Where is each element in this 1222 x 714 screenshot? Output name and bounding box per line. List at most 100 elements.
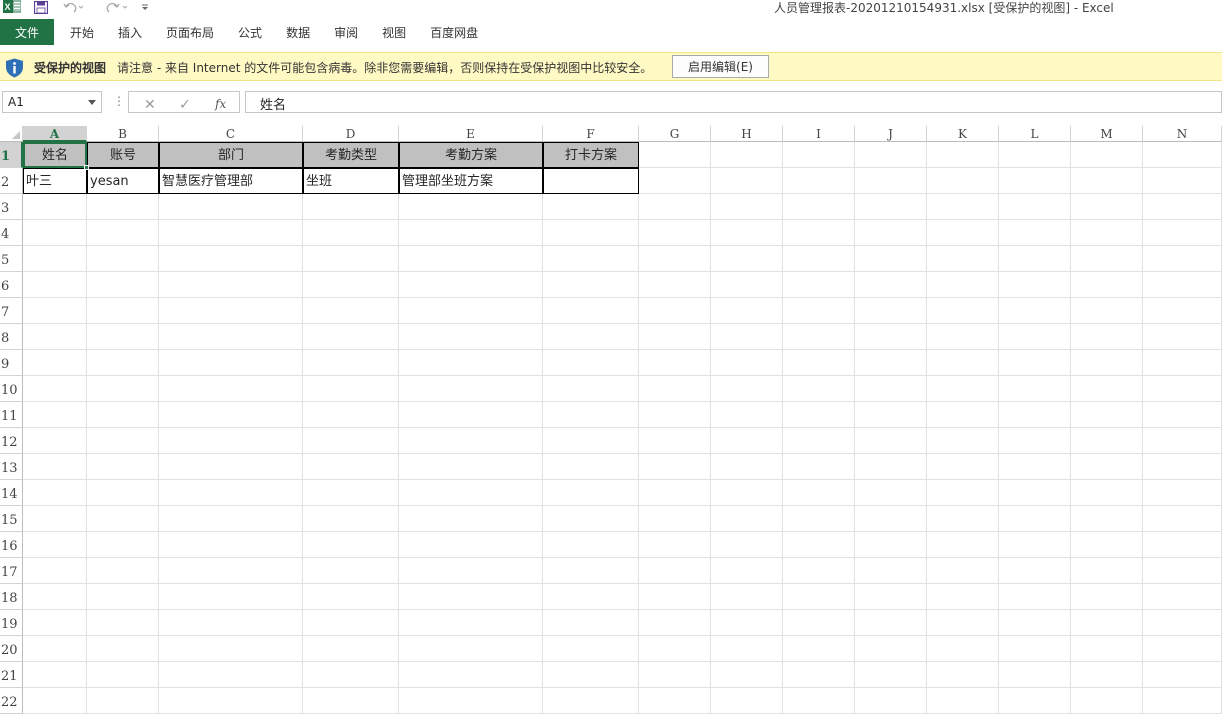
cell-d4[interactable] bbox=[303, 220, 399, 246]
cell-e9[interactable] bbox=[399, 350, 543, 376]
cell-d10[interactable] bbox=[303, 376, 399, 402]
cell-f11[interactable] bbox=[543, 402, 639, 428]
column-header-m[interactable]: M bbox=[1071, 126, 1143, 142]
cell-j8[interactable] bbox=[855, 324, 927, 350]
row-header-7[interactable]: 7 bbox=[0, 298, 23, 324]
cell-h21[interactable] bbox=[711, 662, 783, 688]
data-cell-c2[interactable]: 智慧医疗管理部 bbox=[159, 168, 303, 194]
cell-a17[interactable] bbox=[23, 558, 87, 584]
cell-d5[interactable] bbox=[303, 246, 399, 272]
cell-f19[interactable] bbox=[543, 610, 639, 636]
cell-g11[interactable] bbox=[639, 402, 711, 428]
cell-a3[interactable] bbox=[23, 194, 87, 220]
redo-button[interactable] bbox=[103, 0, 129, 14]
cell-f13[interactable] bbox=[543, 454, 639, 480]
cell-h6[interactable] bbox=[711, 272, 783, 298]
cell-b4[interactable] bbox=[87, 220, 159, 246]
cell-g7[interactable] bbox=[639, 298, 711, 324]
cell-i16[interactable] bbox=[783, 532, 855, 558]
cell-k1[interactable] bbox=[927, 142, 999, 168]
cell-c8[interactable] bbox=[159, 324, 303, 350]
cell-h3[interactable] bbox=[711, 194, 783, 220]
cell-d9[interactable] bbox=[303, 350, 399, 376]
row-header-17[interactable]: 17 bbox=[0, 558, 23, 584]
cell-i4[interactable] bbox=[783, 220, 855, 246]
cell-b16[interactable] bbox=[87, 532, 159, 558]
customize-qat-button[interactable] bbox=[141, 0, 149, 14]
cell-g9[interactable] bbox=[639, 350, 711, 376]
cell-i15[interactable] bbox=[783, 506, 855, 532]
cell-k8[interactable] bbox=[927, 324, 999, 350]
cell-g20[interactable] bbox=[639, 636, 711, 662]
cell-f12[interactable] bbox=[543, 428, 639, 454]
cell-h19[interactable] bbox=[711, 610, 783, 636]
cell-j5[interactable] bbox=[855, 246, 927, 272]
cell-h13[interactable] bbox=[711, 454, 783, 480]
cell-b10[interactable] bbox=[87, 376, 159, 402]
fill-handle[interactable] bbox=[84, 165, 89, 170]
cell-j1[interactable] bbox=[855, 142, 927, 168]
cell-n20[interactable] bbox=[1143, 636, 1222, 662]
cell-m14[interactable] bbox=[1071, 480, 1143, 506]
cell-c3[interactable] bbox=[159, 194, 303, 220]
insert-function-icon[interactable]: fx bbox=[215, 97, 226, 111]
cell-a8[interactable] bbox=[23, 324, 87, 350]
cell-n18[interactable] bbox=[1143, 584, 1222, 610]
cell-j17[interactable] bbox=[855, 558, 927, 584]
cell-d3[interactable] bbox=[303, 194, 399, 220]
cell-j4[interactable] bbox=[855, 220, 927, 246]
cell-k3[interactable] bbox=[927, 194, 999, 220]
cell-j12[interactable] bbox=[855, 428, 927, 454]
cell-m12[interactable] bbox=[1071, 428, 1143, 454]
cell-f18[interactable] bbox=[543, 584, 639, 610]
cell-f4[interactable] bbox=[543, 220, 639, 246]
cell-i13[interactable] bbox=[783, 454, 855, 480]
save-button[interactable] bbox=[34, 0, 48, 14]
cell-b6[interactable] bbox=[87, 272, 159, 298]
cell-d21[interactable] bbox=[303, 662, 399, 688]
cell-b12[interactable] bbox=[87, 428, 159, 454]
row-header-8[interactable]: 8 bbox=[0, 324, 23, 350]
more-options-icon[interactable]: ⋮ bbox=[113, 94, 125, 108]
cell-m8[interactable] bbox=[1071, 324, 1143, 350]
row-header-22[interactable]: 22 bbox=[0, 688, 23, 714]
name-box[interactable]: A1 bbox=[2, 91, 102, 113]
cell-n7[interactable] bbox=[1143, 298, 1222, 324]
formula-input[interactable]: 姓名 bbox=[245, 91, 1222, 113]
cell-a9[interactable] bbox=[23, 350, 87, 376]
cell-b13[interactable] bbox=[87, 454, 159, 480]
cell-e18[interactable] bbox=[399, 584, 543, 610]
column-header-l[interactable]: L bbox=[999, 126, 1071, 142]
cell-c21[interactable] bbox=[159, 662, 303, 688]
cell-e4[interactable] bbox=[399, 220, 543, 246]
column-header-g[interactable]: G bbox=[639, 126, 711, 142]
cell-e22[interactable] bbox=[399, 688, 543, 714]
cell-c14[interactable] bbox=[159, 480, 303, 506]
cell-h11[interactable] bbox=[711, 402, 783, 428]
cell-f16[interactable] bbox=[543, 532, 639, 558]
cell-m2[interactable] bbox=[1071, 168, 1143, 194]
column-header-d[interactable]: D bbox=[303, 126, 399, 142]
cell-n6[interactable] bbox=[1143, 272, 1222, 298]
cell-d13[interactable] bbox=[303, 454, 399, 480]
cell-k12[interactable] bbox=[927, 428, 999, 454]
cell-j2[interactable] bbox=[855, 168, 927, 194]
enter-check-icon[interactable]: ✓ bbox=[179, 97, 191, 113]
cell-a21[interactable] bbox=[23, 662, 87, 688]
cell-e13[interactable] bbox=[399, 454, 543, 480]
tab-file[interactable]: 文件 bbox=[0, 19, 54, 45]
cell-g16[interactable] bbox=[639, 532, 711, 558]
cell-g10[interactable] bbox=[639, 376, 711, 402]
cell-d20[interactable] bbox=[303, 636, 399, 662]
cell-f6[interactable] bbox=[543, 272, 639, 298]
cell-n9[interactable] bbox=[1143, 350, 1222, 376]
cell-b14[interactable] bbox=[87, 480, 159, 506]
cell-f9[interactable] bbox=[543, 350, 639, 376]
cell-b17[interactable] bbox=[87, 558, 159, 584]
cell-c12[interactable] bbox=[159, 428, 303, 454]
cell-b21[interactable] bbox=[87, 662, 159, 688]
cell-i14[interactable] bbox=[783, 480, 855, 506]
cell-c10[interactable] bbox=[159, 376, 303, 402]
cell-c11[interactable] bbox=[159, 402, 303, 428]
cell-g6[interactable] bbox=[639, 272, 711, 298]
